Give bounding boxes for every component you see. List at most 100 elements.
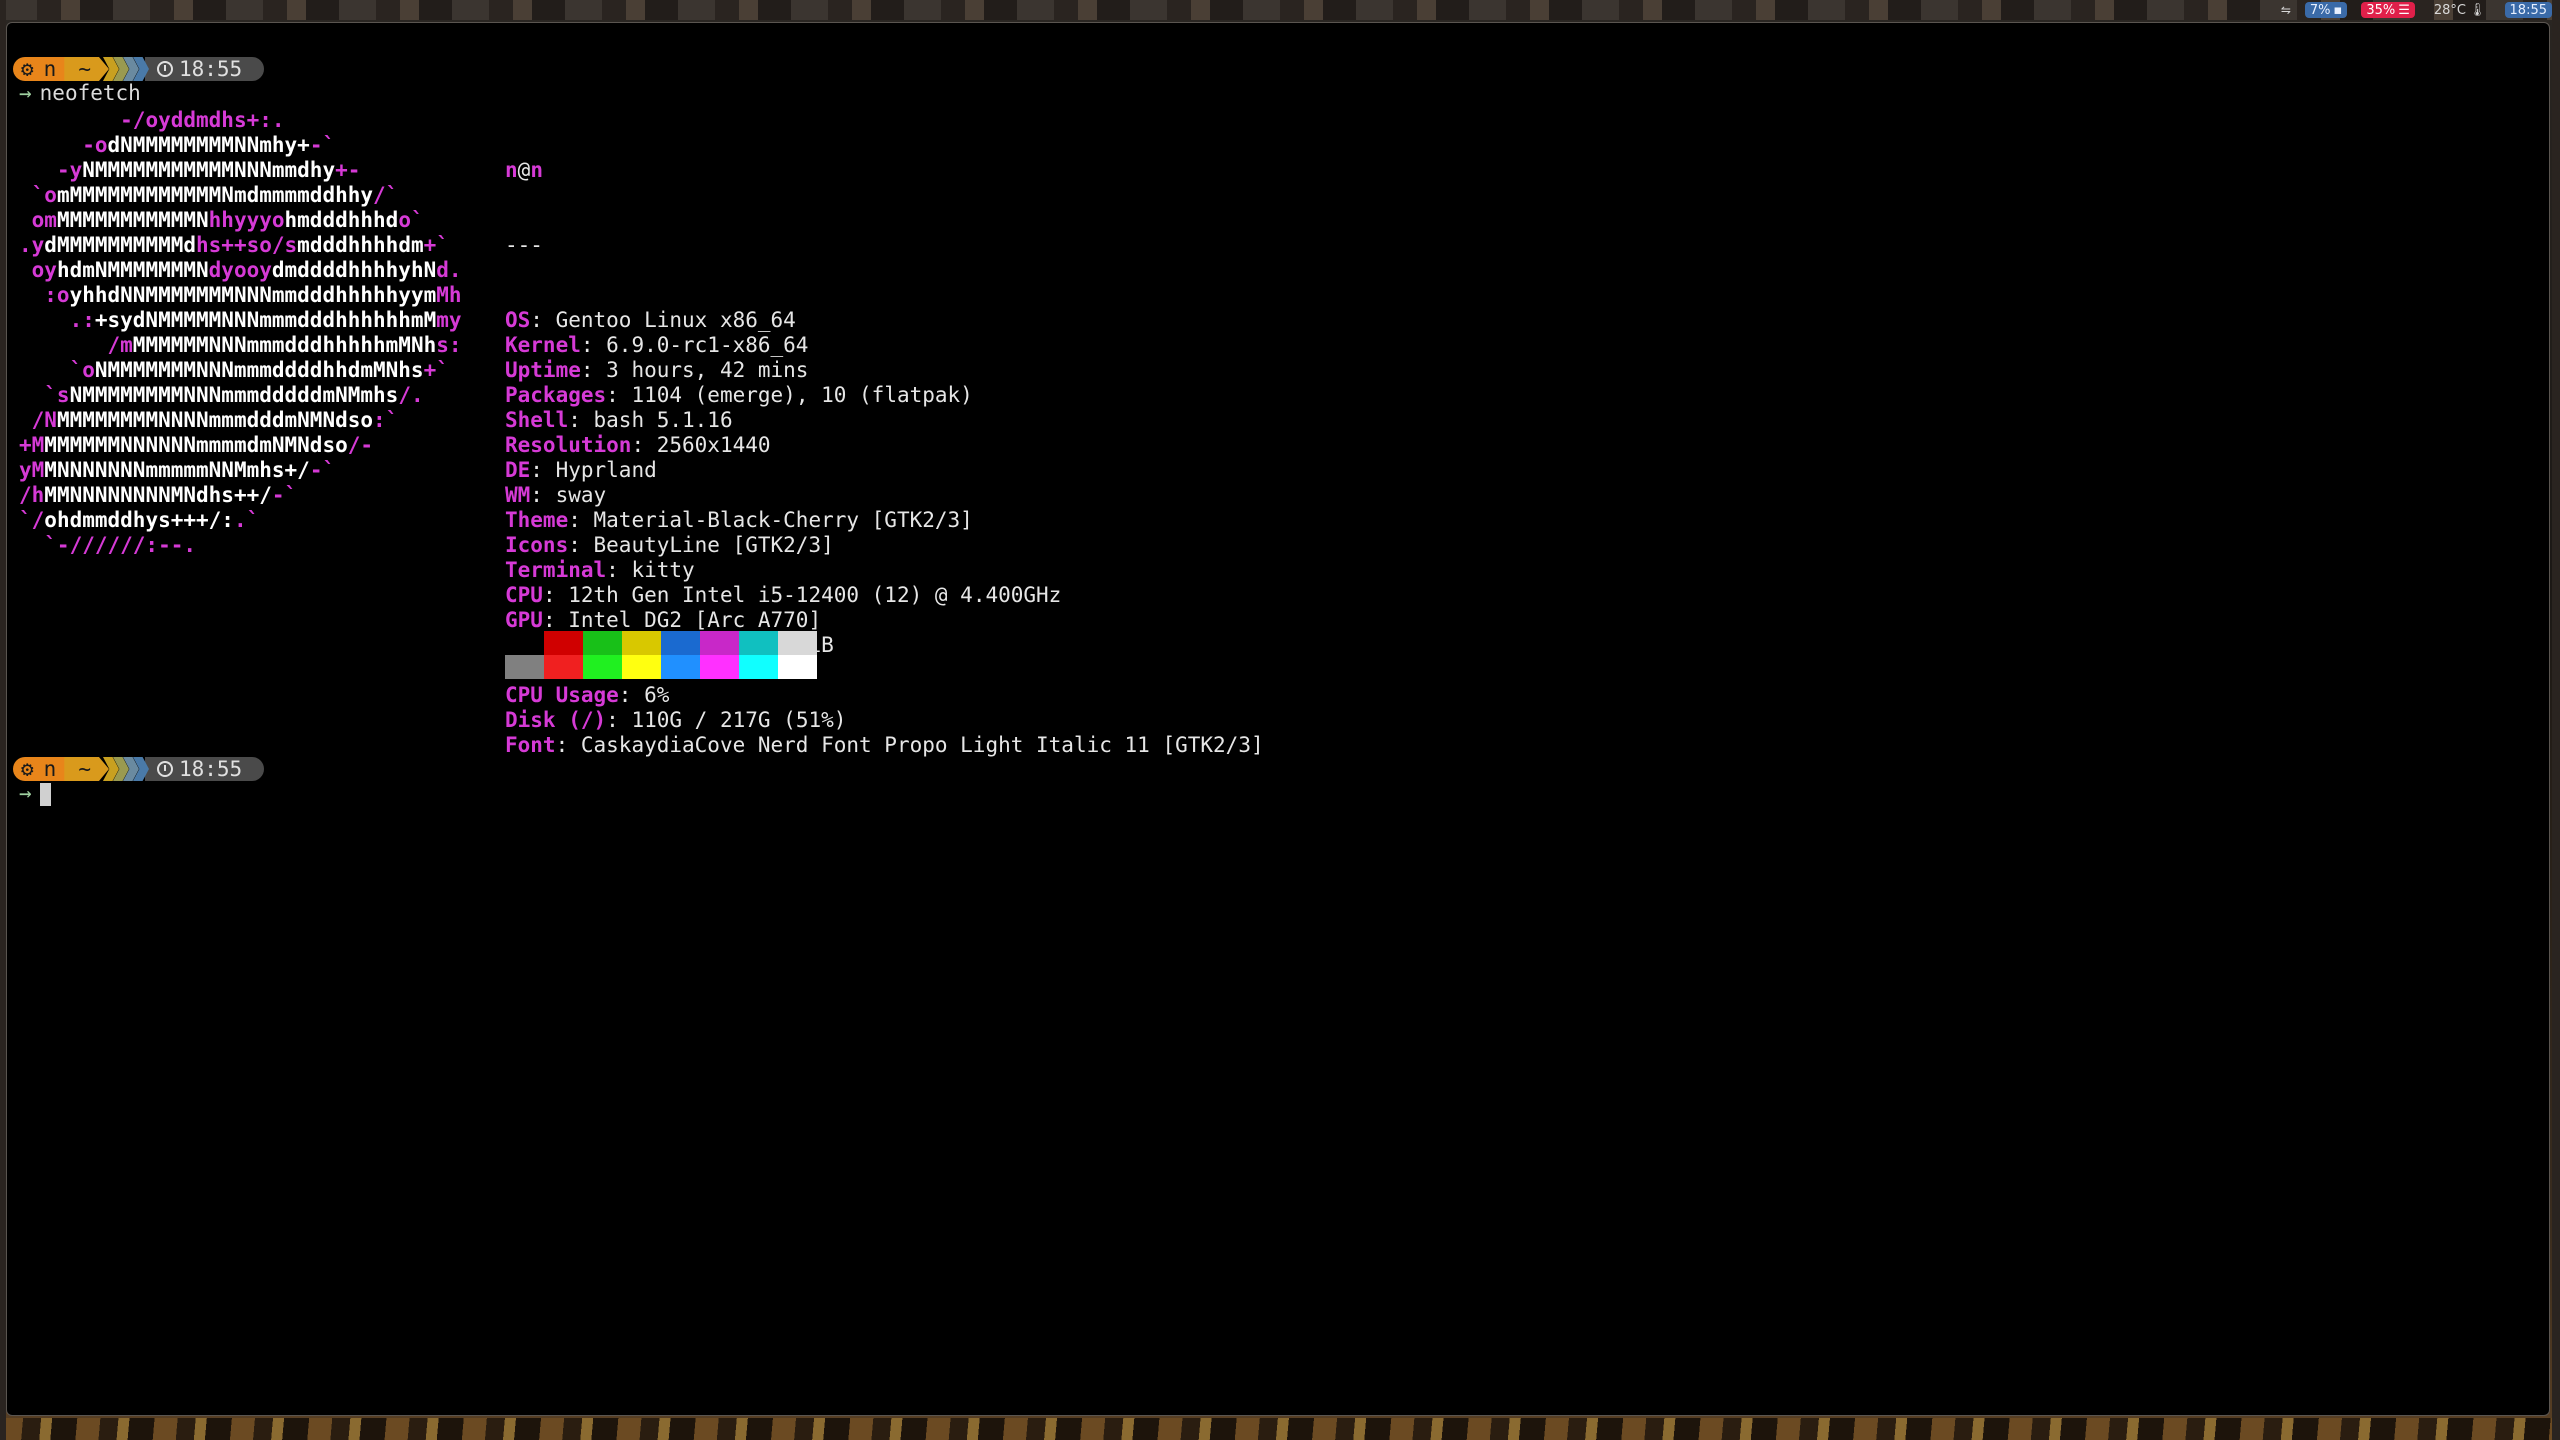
info-colon: : [530, 458, 556, 482]
terminal-window[interactable]: ⚙ n ~ 18:55 → neofetch -/oyddmdhs+:. -odN… [6, 22, 2550, 1416]
ascii-segment: s: [436, 333, 462, 357]
ascii-segment: mMMMMMMMMMMMMNmdmmmmddhhy [56, 183, 374, 207]
ascii-segment: .y [19, 233, 45, 257]
prompt-arrow-icon: → [19, 81, 32, 105]
memory-widget[interactable]: 35% ☰ [2361, 2, 2415, 18]
ascii-segment: NMMMMMMMMMMMNNNmmdhy [82, 158, 336, 182]
info-user: n [505, 158, 518, 182]
info-row: Theme: Material-Black-Cherry [GTK2/3] [505, 508, 1264, 533]
clock-icon [156, 761, 173, 777]
info-row: CPU Usage: 6% [505, 683, 1264, 708]
info-colon: : [580, 358, 607, 382]
command-text: neofetch [39, 81, 141, 105]
color-palette [505, 631, 817, 679]
ascii-segment: `s [19, 383, 70, 407]
clock-icon [156, 61, 173, 77]
ascii-row: -odNMMMMMMMMNNmhy+-` [19, 133, 462, 158]
ascii-row: .:+sydNMMMMMNNNmmmdddhhhhhhmMmy [19, 308, 462, 333]
info-colon: : [606, 708, 632, 732]
color-swatch [622, 655, 661, 679]
ascii-segment: NMMMMMMMMNNNmmmdddddmNMmhs [69, 383, 399, 407]
ascii-row: oyhdmNMMMMMMMNdyooydmddddhhhhyhNd. [19, 258, 462, 283]
info-row: Kernel: 6.9.0-rc1-x86_64 [505, 333, 1264, 358]
info-colon: : [542, 583, 569, 607]
color-swatch [739, 631, 778, 655]
ascii-segment: `-//////:--. [19, 533, 197, 557]
ascii-segment: o` [398, 208, 424, 232]
ascii-row: .ydMMMMMMMMMMdhs++so/smdddhhhhdm+` [19, 233, 462, 258]
info-row: Resolution: 2560x1440 [505, 433, 1264, 458]
ascii-segment: MMNNNNNNNNMNdhs++/ [44, 483, 272, 507]
ascii-segment: dNMMMMMMMMNNmhy+ [107, 133, 310, 157]
ascii-segment: /m [19, 333, 133, 357]
ascii-segment: MMMMMMNNNmmmdddhhhhhmMNh [132, 333, 437, 357]
ascii-segment: MNNNNNNNmmmmmNNMmhs+/ [44, 458, 310, 482]
color-swatch [700, 655, 739, 679]
ascii-segment: /. [398, 383, 424, 407]
wallpaper-top [0, 0, 2560, 20]
ascii-segment: yhhdNNMMMMMMMNNNmmdddhhhhhyym [69, 283, 437, 307]
ascii-row: :oyhhdNNMMMMMMMNNNmmdddhhhhhyymMh [19, 283, 462, 308]
info-row: Packages: 1104 (emerge), 10 (flatpak) [505, 383, 1264, 408]
info-colon: : [618, 683, 645, 707]
info-value: 6.9.0-rc1-x86_64 [606, 333, 809, 357]
ascii-segment: .: [19, 308, 95, 332]
info-value: 2560x1440 [656, 433, 771, 457]
prompt-directory: ~ [64, 757, 109, 781]
info-key: Disk (/) [505, 708, 607, 732]
ascii-segment: +sydNMMMMMNNNmmmdddhhhhhhmM [94, 308, 437, 332]
clock-value: 18:55 [2509, 2, 2547, 18]
wallpaper-right [2552, 0, 2560, 1440]
palette-row-bright [505, 655, 817, 679]
ascii-segment: +` [423, 358, 449, 382]
ascii-segment: ohdmmddhys+++/: [44, 508, 234, 532]
info-value: Hyprland [555, 458, 657, 482]
info-value: kitty [631, 558, 695, 582]
ascii-row: `sNMMMMMMMMNNNmmmdddddmNMmhs/. [19, 383, 462, 408]
info-key: WM [505, 483, 531, 507]
info-value: Intel DG2 [Arc A770] [568, 608, 822, 632]
ascii-segment: -` [271, 483, 298, 507]
temperature-widget[interactable]: 28°C 🌡 [2429, 2, 2491, 18]
ascii-segment: hhyyyo [208, 208, 285, 232]
info-row: Icons: BeautyLine [GTK2/3] [505, 533, 1264, 558]
info-row: Terminal: kitty [505, 558, 1264, 583]
clock-widget[interactable]: 18:55 [2504, 2, 2552, 18]
ascii-segment: /N [19, 408, 57, 432]
command-line[interactable]: → [19, 781, 51, 806]
thermometer-icon: 🌡 [2469, 2, 2486, 18]
info-key: Packages [505, 383, 607, 407]
ascii-segment [19, 108, 120, 132]
color-swatch [505, 655, 544, 679]
memory-icon: ☰ [2398, 2, 2410, 18]
ascii-segment: -y [56, 158, 83, 182]
ascii-segment: +M [19, 433, 45, 457]
ascii-row: yMMNNNNNNNmmmmmNNMmhs+/-` [19, 458, 462, 483]
ascii-row: `omMMMMMMMMMMMMNmdmmmmddhhy/` [19, 183, 462, 208]
ascii-segment: /- [347, 433, 374, 457]
text-cursor[interactable] [39, 782, 51, 806]
info-key: Uptime [505, 358, 581, 382]
ascii-segment: NMMMMMMMNNNmmmddddhhdmMNhs [94, 358, 424, 382]
info-colon: : [606, 383, 632, 407]
network-icon[interactable]: ⇋ [2281, 3, 2291, 17]
color-swatch [505, 631, 544, 655]
prompt-time: 18:55 [144, 57, 265, 81]
color-swatch [700, 631, 739, 655]
color-swatch [739, 655, 778, 679]
info-key: CPU Usage [505, 683, 619, 707]
ascii-row: /NMMMMMMMMNNNNmmmdddmNMNdso:` [19, 408, 462, 433]
system-info: n@n --- OS: Gentoo Linux x86_64 Kernel: 6… [505, 108, 1264, 808]
ascii-segment: +` [423, 233, 449, 257]
status-bar: ⇋ 7% ▪ 35% ☰ 28°C 🌡 18:55 [2281, 0, 2560, 20]
info-colon: : [555, 733, 581, 757]
color-swatch [544, 631, 583, 655]
info-value: Gentoo Linux x86_64 [555, 308, 796, 332]
cpu-value: 7% [2309, 2, 2331, 18]
ascii-segment: /h [19, 483, 45, 507]
command-line: → neofetch [19, 81, 141, 106]
ascii-segment: `o [19, 183, 57, 207]
cpu-widget[interactable]: 7% ▪ [2304, 2, 2348, 18]
wallpaper-bottom [0, 1418, 2560, 1440]
info-key: DE [505, 458, 531, 482]
